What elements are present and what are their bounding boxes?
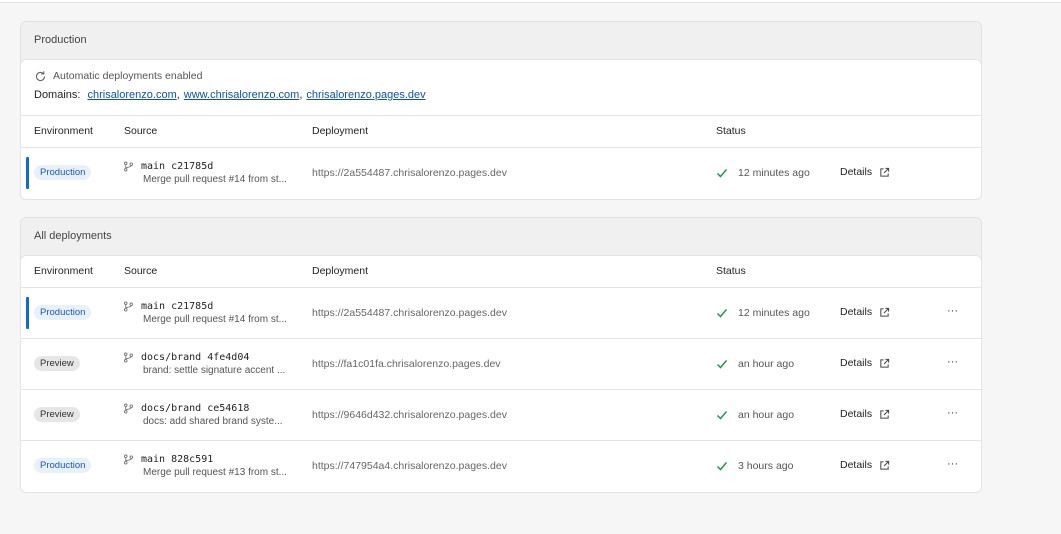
- git-branch-icon: [123, 403, 134, 414]
- commit-message: brand: settle signature accent ...: [143, 365, 286, 376]
- external-link-icon: [879, 409, 890, 420]
- branch-commit: main 828c591: [141, 453, 214, 465]
- column-header-environment: Environment: [34, 265, 93, 277]
- deployment-status: 12 minutes ago: [716, 167, 810, 179]
- deployment-row: Preview docs/brand ce54618 docs: add sha…: [21, 390, 981, 441]
- check-icon: [716, 460, 728, 472]
- active-indicator: [26, 297, 29, 329]
- more-actions-button[interactable]: ···: [947, 407, 958, 419]
- refresh-icon: [34, 70, 47, 83]
- status-time: an hour ago: [738, 358, 795, 370]
- source-cell: docs/brand 4fe4d04 brand: settle signatu…: [124, 350, 304, 376]
- external-link-icon: [879, 167, 890, 178]
- column-header-environment: Environment: [34, 125, 93, 137]
- details-label: Details: [840, 408, 873, 420]
- source-cell: docs/brand ce54618 docs: add shared bran…: [124, 401, 304, 427]
- environment-badge: Production: [34, 305, 92, 320]
- more-actions-button[interactable]: ···: [947, 458, 958, 470]
- commit-message: Merge pull request #13 from st...: [143, 467, 287, 478]
- external-link-icon: [879, 460, 890, 471]
- deployment-url[interactable]: https://9646d432.chrisalorenzo.pages.dev: [312, 409, 507, 421]
- source-cell: main 828c591 Merge pull request #13 from…: [124, 452, 304, 478]
- deployment-status: an hour ago: [716, 409, 794, 421]
- section-title: All deployments: [34, 230, 112, 242]
- more-actions-button[interactable]: ···: [947, 305, 958, 317]
- domain-link[interactable]: www.chrisalorenzo.com: [184, 89, 300, 101]
- column-header-status: Status: [716, 125, 746, 137]
- domain-link[interactable]: chrisalorenzo.pages.dev: [306, 89, 425, 101]
- column-header-status: Status: [716, 265, 746, 277]
- deployment-url[interactable]: https://2a554487.chrisalorenzo.pages.dev: [312, 307, 507, 319]
- check-icon: [716, 409, 728, 421]
- check-icon: [716, 358, 728, 370]
- column-header-deployment: Deployment: [312, 265, 369, 277]
- all-deployments-section: All deployments Environment Source Deplo…: [20, 217, 982, 493]
- deployment-row: Preview docs/brand 4fe4d04 brand: settle…: [21, 339, 981, 390]
- branch-commit: docs/brand 4fe4d04: [141, 351, 250, 363]
- production-info: Automatic deployments enabled Domains: c…: [21, 60, 981, 116]
- details-link[interactable]: Details: [840, 306, 890, 318]
- git-branch-icon: [123, 161, 134, 172]
- status-time: 12 minutes ago: [738, 167, 810, 179]
- external-link-icon: [879, 358, 890, 369]
- table-header: Environment Source Deployment Status: [21, 256, 981, 288]
- domains-label: Domains:: [34, 89, 81, 101]
- commit-message: docs: add shared brand syste...: [143, 416, 283, 427]
- details-label: Details: [840, 166, 873, 178]
- production-section: Production Automatic deployments enabled…: [20, 21, 982, 200]
- status-time: 3 hours ago: [738, 460, 794, 472]
- domain-link[interactable]: chrisalorenzo.com: [87, 89, 176, 101]
- deployment-status: 3 hours ago: [716, 460, 793, 472]
- details-link[interactable]: Details: [840, 459, 890, 471]
- table-header: Environment Source Deployment Status: [21, 116, 981, 148]
- git-branch-icon: [123, 301, 134, 312]
- deployment-row: Production main 828c591 Merge pull reque…: [21, 441, 981, 492]
- environment-badge: Preview: [34, 356, 80, 371]
- production-rows: Production main c21785d Merge pull reque…: [21, 148, 981, 199]
- branch-commit: docs/brand ce54618: [141, 402, 250, 414]
- branch-commit: main c21785d: [141, 160, 214, 172]
- deployment-url[interactable]: https://fa1c01fa.chrisalorenzo.pages.dev: [312, 358, 501, 370]
- environment-badge: Production: [34, 458, 92, 473]
- top-divider: [0, 0, 1061, 3]
- check-icon: [716, 307, 728, 319]
- git-branch-icon: [123, 352, 134, 363]
- deployment-url[interactable]: https://2a554487.chrisalorenzo.pages.dev: [312, 167, 507, 179]
- details-link[interactable]: Details: [840, 408, 890, 420]
- details-label: Details: [840, 459, 873, 471]
- more-actions-button[interactable]: ···: [947, 356, 958, 368]
- details-label: Details: [840, 306, 873, 318]
- source-cell: main c21785d Merge pull request #14 from…: [124, 299, 304, 325]
- commit-message: Merge pull request #14 from st...: [143, 174, 287, 185]
- external-link-icon: [879, 307, 890, 318]
- details-link[interactable]: Details: [840, 166, 890, 178]
- domains-list: Domains: chrisalorenzo.com, www.chrisalo…: [34, 89, 426, 101]
- column-header-deployment: Deployment: [312, 125, 369, 137]
- production-card: Automatic deployments enabled Domains: c…: [20, 59, 982, 200]
- details-label: Details: [840, 357, 873, 369]
- environment-badge: Production: [34, 165, 92, 180]
- deployment-rows: Production main c21785d Merge pull reque…: [21, 288, 981, 492]
- deployment-row: Production main c21785d Merge pull reque…: [21, 288, 981, 339]
- deployment-row: Production main c21785d Merge pull reque…: [21, 148, 981, 199]
- source-cell: main c21785d Merge pull request #14 from…: [124, 159, 304, 185]
- auto-deploy-text: Automatic deployments enabled: [53, 70, 203, 82]
- branch-commit: main c21785d: [141, 300, 214, 312]
- commit-message: Merge pull request #14 from st...: [143, 314, 287, 325]
- deployment-status: an hour ago: [716, 358, 794, 370]
- deployment-url[interactable]: https://747954a4.chrisalorenzo.pages.dev: [312, 460, 507, 472]
- git-branch-icon: [123, 454, 134, 465]
- column-header-source: Source: [124, 125, 158, 137]
- auto-deploy-status: Automatic deployments enabled: [34, 69, 981, 83]
- deployment-status: 12 minutes ago: [716, 307, 810, 319]
- column-header-source: Source: [124, 265, 158, 277]
- status-time: an hour ago: [738, 409, 795, 421]
- all-deployments-card: Environment Source Deployment Status Pro…: [20, 255, 982, 493]
- status-time: 12 minutes ago: [738, 307, 810, 319]
- details-link[interactable]: Details: [840, 357, 890, 369]
- environment-badge: Preview: [34, 407, 80, 422]
- active-indicator: [26, 157, 29, 189]
- check-icon: [716, 167, 728, 179]
- section-title: Production: [34, 34, 87, 46]
